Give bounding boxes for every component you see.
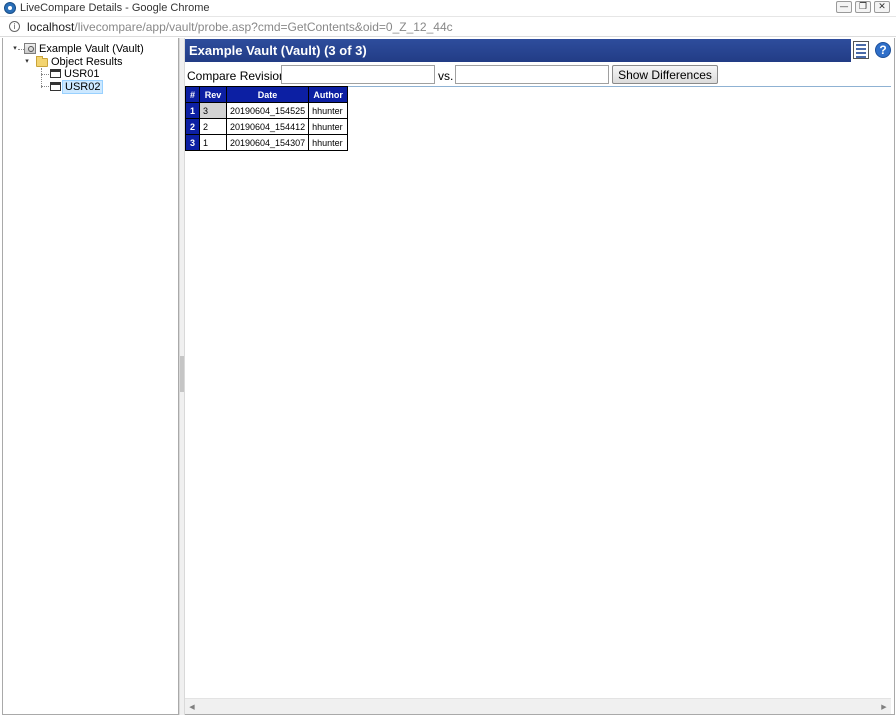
- tree-node-object-results[interactable]: ▾ Object Results: [23, 56, 173, 68]
- compare-to-input[interactable]: [455, 65, 609, 84]
- compare-revisions-label: Compare Revisions:: [187, 69, 296, 83]
- column-header-date[interactable]: Date: [225, 86, 310, 103]
- folder-icon: [36, 56, 48, 67]
- restore-button[interactable]: ❐: [855, 1, 871, 13]
- help-icon[interactable]: ?: [875, 42, 891, 58]
- row-index: 3: [185, 134, 200, 151]
- date-cell: 20190604_154525: [225, 102, 310, 119]
- date-cell: 20190604_154307: [225, 134, 310, 151]
- tree-node-usr02[interactable]: USR02: [41, 80, 171, 94]
- url-host: localhost: [27, 20, 75, 34]
- table-header-row: # Rev Date Author: [185, 86, 349, 103]
- splitter-grip[interactable]: [180, 356, 184, 392]
- url-text[interactable]: localhost/livecompare/app/vault/probe.as…: [27, 20, 453, 34]
- author-cell: hhunter: [308, 134, 349, 151]
- tree-label-object-results: Object Results: [51, 56, 123, 68]
- tree-connector: [41, 74, 49, 75]
- info-icon[interactable]: i: [9, 21, 20, 32]
- report-icon[interactable]: [853, 41, 869, 59]
- show-differences-button[interactable]: Show Differences: [612, 65, 718, 84]
- compare-revisions-row: Compare Revisions: vs. Show Differences: [185, 65, 891, 85]
- row-index: 1: [185, 102, 200, 119]
- collapse-icon[interactable]: ▾: [11, 43, 19, 53]
- author-cell: hhunter: [308, 118, 349, 135]
- table-row[interactable]: 2 2 20190604_154412 hhunter: [185, 118, 349, 135]
- window-title: LiveCompare Details - Google Chrome: [20, 2, 210, 14]
- column-header-index[interactable]: #: [185, 86, 200, 103]
- rev-cell[interactable]: 1: [199, 134, 227, 151]
- compare-from-input[interactable]: [281, 65, 435, 84]
- tree-label-usr02: USR02: [62, 80, 104, 94]
- vs-label: vs.: [438, 69, 454, 83]
- tree-label-root: Example Vault (Vault): [39, 43, 144, 55]
- tree-node-root[interactable]: ▾ Example Vault (Vault): [11, 43, 171, 55]
- window-controls: — ❐ ✕: [836, 1, 890, 13]
- close-button[interactable]: ✕: [874, 1, 890, 13]
- header-toolbar: ?: [853, 40, 895, 62]
- header-bar: Example Vault (Vault) (3 of 3): [185, 39, 851, 62]
- details-pane: Example Vault (Vault) (3 of 3) ? Compare…: [185, 38, 895, 715]
- scroll-left-icon[interactable]: ◀: [187, 702, 197, 712]
- table-row[interactable]: 1 3 20190604_154525 hhunter: [185, 102, 349, 119]
- column-header-author[interactable]: Author: [308, 86, 349, 103]
- address-bar[interactable]: i localhost/livecompare/app/vault/probe.…: [0, 17, 896, 37]
- author-cell: hhunter: [308, 102, 349, 119]
- window-title-bar: LiveCompare Details - Google Chrome — ❐ …: [0, 0, 896, 17]
- table-row[interactable]: 3 1 20190604_154307 hhunter: [185, 134, 349, 151]
- chrome-app-icon: [4, 2, 16, 14]
- vault-icon: [24, 43, 36, 54]
- date-cell: 20190604_154412: [225, 118, 310, 135]
- tree-label-usr01: USR01: [64, 68, 100, 80]
- minimize-button[interactable]: —: [836, 1, 852, 13]
- table-icon: [50, 82, 61, 91]
- revisions-table: # Rev Date Author 1 3 20190604_154525 hh…: [185, 86, 349, 151]
- table-icon: [50, 69, 61, 78]
- url-path: /livecompare/app/vault/probe.asp?cmd=Get…: [74, 20, 453, 34]
- tree-node-usr01[interactable]: USR01: [41, 68, 171, 80]
- row-index: 2: [185, 118, 200, 135]
- page-title: Example Vault (Vault) (3 of 3): [189, 43, 367, 58]
- tree-pane: ▾ Example Vault (Vault) ▾ Object Results…: [2, 38, 179, 715]
- collapse-icon[interactable]: ▾: [23, 56, 31, 66]
- scroll-right-icon[interactable]: ▶: [879, 702, 889, 712]
- rev-cell[interactable]: 2: [199, 118, 227, 135]
- tree-connector: [41, 86, 49, 87]
- horizontal-scrollbar[interactable]: ◀ ▶: [185, 698, 891, 714]
- rev-cell[interactable]: 3: [199, 102, 227, 119]
- column-header-rev[interactable]: Rev: [199, 86, 227, 103]
